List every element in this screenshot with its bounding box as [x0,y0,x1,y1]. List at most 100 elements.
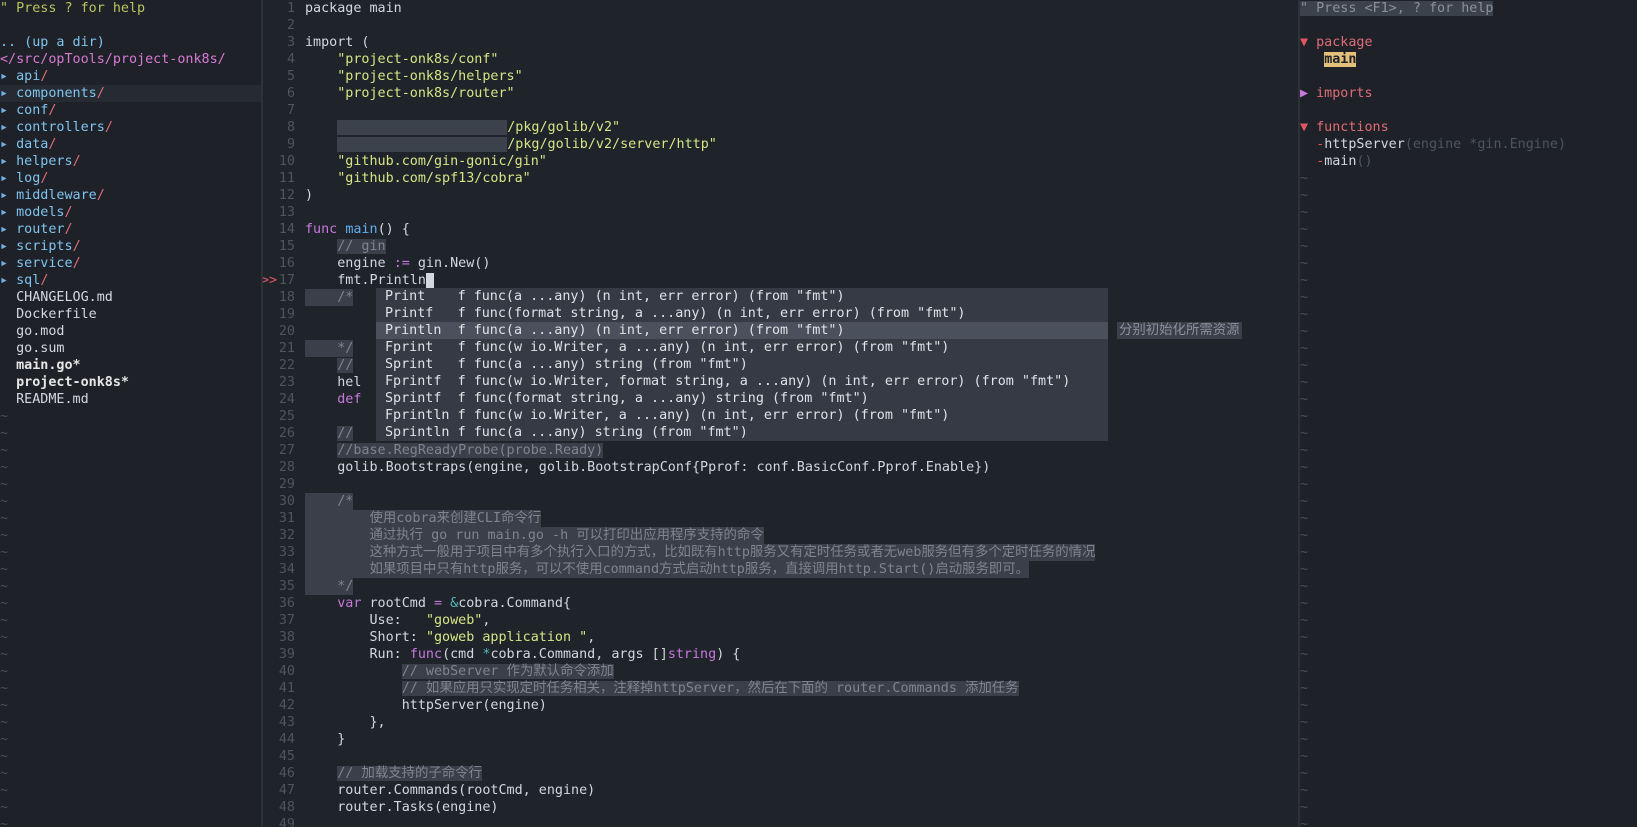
code-token: "goweb" [425,613,483,628]
code-line[interactable]: 4 "project-onk8s/conf" [263,51,1298,68]
completion-popup[interactable]: Print f func(a ...any) (n int, err error… [376,288,1108,441]
code-line[interactable]: 35 */ [263,578,1298,595]
tree-dir-item[interactable]: ▸ scripts/ [0,238,261,255]
code-line[interactable]: 27 //base.RegReadyProbe(probe.Ready) [263,442,1298,459]
code-line[interactable]: 46 // 加载支持的子命令行 [263,765,1298,782]
dir-slash: / [64,222,73,237]
fold-closed-icon[interactable]: ▶ [1300,86,1308,101]
code-line[interactable]: 40 // webServer 作为默认命令添加 [263,663,1298,680]
tree-file-item[interactable]: go.sum [0,340,261,357]
empty-line-marker: ~ [1300,817,1309,827]
completion-signature: func(format string, a ...any) (n int, er… [473,306,966,321]
completion-item[interactable]: Fprintln f func(w io.Writer, a ...any) (… [376,407,1108,424]
tree-file-item-modified[interactable]: main.go* [0,357,261,374]
tagbar-function-item[interactable]: httpServer [1324,137,1405,152]
completion-item[interactable]: Fprintf f func(w io.Writer, format strin… [376,373,1108,390]
tree-dir-item[interactable]: ▸ router/ [0,221,261,238]
completion-item[interactable]: Sprint f func(a ...any) string (from "fm… [376,356,1108,373]
code-line[interactable]: 41 // 如果应用只实现定时任务相关，注释掉httpServer，然后在下面的… [263,680,1298,697]
code-line[interactable]: 15 // gin [263,238,1298,255]
tree-dir-item[interactable]: ▸ controllers/ [0,119,261,136]
tagbar-pane[interactable]: " Press <F1>, ? for help ▼ package main … [1300,0,1637,827]
code-line[interactable]: 30 /* [263,493,1298,510]
code-line[interactable]: 33 这种方式一般用于项目中有多个执行入口的方式，比如既有http服务又有定时任… [263,544,1298,561]
tree-dir-item[interactable]: ▸ models/ [0,204,261,221]
tree-file-item[interactable]: CHANGELOG.md [0,289,261,306]
code-line[interactable]: 44 } [263,731,1298,748]
code-line[interactable]: 39 Run: func(cmd *cobra.Command, args []… [263,646,1298,663]
fold-open-icon[interactable]: ▼ [1300,120,1308,135]
completion-signature: func(a ...any) (n int, err error) (from … [473,289,845,304]
tree-dir-name: data [16,137,49,152]
tree-dir-item[interactable]: ▸ components/ [0,85,261,102]
tree-dir-item[interactable]: ▸ service/ [0,255,261,272]
tree-dir-item[interactable]: ▸ log/ [0,170,261,187]
code-line[interactable]: 42 httpServer(engine) [263,697,1298,714]
tagbar-package-name[interactable]: main [1324,52,1357,67]
code-line[interactable]: 16 engine := gin.New() [263,255,1298,272]
fold-open-icon[interactable]: ▼ [1300,35,1308,50]
code-line[interactable]: 11 "github.com/spf13/cobra" [263,170,1298,187]
code-line[interactable]: 9 /pkg/golib/v2/server/http" [263,136,1298,153]
tree-file-item-modified[interactable]: project-onk8s* [0,374,261,391]
tree-file-item[interactable]: go.mod [0,323,261,340]
code-line[interactable]: 14 func main() { [263,221,1298,238]
code-line[interactable]: 47 router.Commands(rootCmd, engine) [263,782,1298,799]
completion-item[interactable]: Print f func(a ...any) (n int, err error… [376,288,1108,305]
code-line[interactable]: 29 [263,476,1298,493]
tree-dir-item[interactable]: ▸ sql/ [0,272,261,289]
code-line[interactable]: 31 使用cobra来创建CLI命令行 [263,510,1298,527]
file-tree-pane[interactable]: " Press ? for help .. (up a dir) </src/o… [0,0,261,827]
tree-dir-item[interactable]: ▸ middleware/ [0,187,261,204]
code-line[interactable]: 32 通过执行 go run main.go -h 可以打印出应用程序支持的命令 [263,527,1298,544]
completion-item[interactable]: Sprintln f func(a ...any) string (from "… [376,424,1108,441]
completion-item[interactable]: Fprint f func(w io.Writer, a ...any) (n … [376,339,1108,356]
code-line[interactable]: >> 17 fmt.Println [263,272,1298,289]
tree-dir-item[interactable]: ▸ data/ [0,136,261,153]
tree-file-item[interactable]: Dockerfile [0,306,261,323]
code-line[interactable]: 34 如果项目中只有http服务，可以不使用command方式启动http服务，… [263,561,1298,578]
tree-file-item[interactable]: README.md [0,391,261,408]
tagbar-package-group[interactable]: ▼ package [1300,34,1637,51]
code-line[interactable]: 10 "github.com/gin-gonic/gin" [263,153,1298,170]
code-line[interactable]: 8 /pkg/golib/v2" [263,119,1298,136]
code-line[interactable]: 28 golib.Bootstraps(engine, golib.Bootst… [263,459,1298,476]
code-line[interactable]: 13 [263,204,1298,221]
completion-signature: func(a ...any) string (from "fmt") [473,425,748,440]
code-line[interactable]: 1 package main [263,0,1298,17]
tree-dir-item[interactable]: ▸ conf/ [0,102,261,119]
line-number: 27 [278,443,295,458]
code-line[interactable]: 7 [263,102,1298,119]
empty-line-marker: ~ [0,511,9,526]
empty-line-marker: ~ [1300,307,1309,322]
tagbar-imports-group[interactable]: ▶ imports [1300,85,1637,102]
tagbar-package-label: package [1316,35,1373,50]
code-line[interactable]: 48 router.Tasks(engine) [263,799,1298,816]
tree-dir-item[interactable]: ▸ api/ [0,68,261,85]
code-token: Use: [369,613,426,628]
code-line[interactable]: 45 [263,748,1298,765]
code-line[interactable]: 5 "project-onk8s/helpers" [263,68,1298,85]
tagbar-function-item[interactable]: main [1324,154,1356,169]
code-line[interactable]: 38 Short: "goweb application ", [263,629,1298,646]
tree-dir-item[interactable]: ▸ helpers/ [0,153,261,170]
code-line[interactable]: 12) [263,187,1298,204]
code-line[interactable]: 3 import ( [263,34,1298,51]
tree-up-dir[interactable]: .. (up a dir) [0,34,261,51]
code-line[interactable]: 49 [263,816,1298,827]
folder-closed-icon: ▸ [0,154,17,169]
code-line[interactable]: 37 Use: "goweb", [263,612,1298,629]
tagbar-functions-group[interactable]: ▼ functions [1300,119,1637,136]
line-number: 37 [278,613,295,628]
line-number: 31 [278,511,295,526]
empty-line-marker: ~ [1300,290,1309,305]
code-line[interactable]: 6 "project-onk8s/router" [263,85,1298,102]
code-line[interactable]: 2 [263,17,1298,34]
code-line[interactable]: 43 }, [263,714,1298,731]
line-number: 33 [278,545,295,560]
completion-item[interactable]: Println f func(a ...any) (n int, err err… [376,322,1108,339]
completion-item[interactable]: Sprintf f func(format string, a ...any) … [376,390,1108,407]
line-number: 22 [278,358,295,373]
completion-item[interactable]: Printf f func(format string, a ...any) (… [376,305,1108,322]
code-line[interactable]: 36 var rootCmd = &cobra.Command{ [263,595,1298,612]
